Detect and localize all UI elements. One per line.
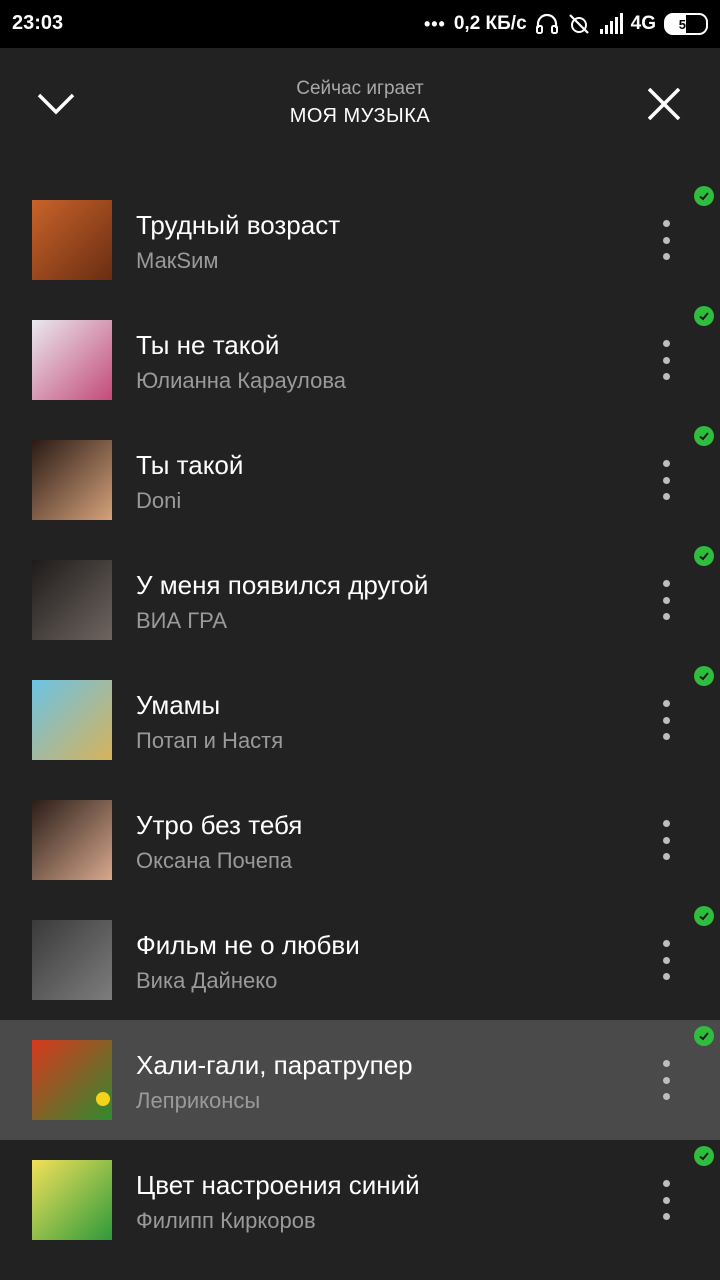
more-options-button[interactable] (652, 580, 680, 620)
dot (662, 940, 670, 947)
album-cover (32, 1160, 112, 1240)
dot (662, 596, 670, 604)
track-title: Ты такой (136, 450, 244, 480)
track-list: Трудный возраст МакSим Ты не такой Юлианна … (0, 180, 720, 1260)
album-cover (32, 800, 112, 880)
more-options-button[interactable] (652, 1180, 680, 1220)
network-speed: 0,2 КБ/с (453, 13, 527, 34)
track-title: У меня появился другой (136, 570, 429, 600)
track-artist: Вика Дайнеко (136, 968, 278, 993)
dot (662, 1076, 670, 1084)
dot (662, 733, 670, 740)
track-row[interactable]: Хали-гали, паратрупер Леприконсы (0, 1020, 720, 1140)
track-row[interactable]: Умамы Потап и Настя (0, 660, 720, 780)
dot (662, 1180, 670, 1187)
more-options-button[interactable] (652, 940, 680, 980)
dot (662, 220, 670, 227)
downloaded-check-icon (694, 546, 714, 566)
track-artist: Филипп Киркоров (136, 1208, 316, 1233)
dot (662, 716, 670, 724)
track-artist: Потап и Настя (136, 728, 284, 753)
page-title: МОЯ МУЗЫКА (289, 105, 431, 127)
now-playing-indicator (96, 1092, 110, 1106)
track-row[interactable]: Ты не такой Юлианна Караулова (0, 300, 720, 420)
close-icon (647, 87, 681, 121)
more-notifications-icon: ••• (423, 13, 446, 34)
alarm-off-icon (567, 12, 591, 36)
dot (662, 1213, 670, 1220)
status-bar: 23:03 ••• 0,2 КБ/с 4G 50 (0, 0, 720, 48)
dot (662, 1093, 670, 1100)
track-artist: Doni (136, 488, 182, 513)
downloaded-check-icon (694, 1146, 714, 1166)
more-options-button[interactable] (652, 220, 680, 260)
more-options-button[interactable] (652, 700, 680, 740)
dot (662, 700, 670, 707)
dot (662, 853, 670, 860)
headphones-icon (535, 12, 559, 36)
downloaded-check-icon (694, 426, 714, 446)
dot (662, 1196, 670, 1204)
downloaded-check-icon (694, 1026, 714, 1046)
downloaded-check-icon (694, 906, 714, 926)
dot (662, 236, 670, 244)
dot (662, 836, 670, 844)
track-row[interactable]: Утро без тебя Оксана Почепа (0, 780, 720, 900)
downloaded-check-icon (694, 666, 714, 686)
track-title: Утро без тебя (136, 810, 303, 840)
header-text: Сейчас играет МОЯ МУЗЫКА (0, 78, 720, 128)
album-cover (32, 440, 112, 520)
track-artist: Леприконсы (136, 1088, 261, 1113)
track-title: Трудный возраст (136, 210, 341, 240)
dot (662, 356, 670, 364)
track-artist: Юлианна Караулова (136, 368, 347, 393)
album-cover (32, 560, 112, 640)
header-subtitle: Сейчас играет (296, 78, 424, 99)
dot (662, 613, 670, 620)
dot (662, 580, 670, 587)
track-artist: Оксана Почепа (136, 848, 293, 873)
more-options-button[interactable] (652, 460, 680, 500)
track-title: Ты не такой (136, 330, 280, 360)
status-time: 23:03 (12, 12, 64, 34)
dot (662, 493, 670, 500)
track-artist: ВИА ГРА (136, 608, 228, 633)
dot (662, 253, 670, 260)
more-options-button[interactable] (652, 340, 680, 380)
track-title: Хали-гали, паратрупер (136, 1050, 413, 1080)
dot (662, 476, 670, 484)
now-playing-header: Сейчас играет МОЯ МУЗЫКА (0, 48, 720, 160)
track-row[interactable]: Цвет настроения синий Филипп Киркоров (0, 1140, 720, 1260)
dot (662, 373, 670, 380)
track-row[interactable]: Трудный возраст МакSим (0, 180, 720, 300)
album-cover (32, 200, 112, 280)
track-title: Умамы (136, 690, 221, 720)
track-row[interactable]: Фильм не о любви Вика Дайнеко (0, 900, 720, 1020)
track-row[interactable]: Ты такой Doni (0, 420, 720, 540)
dot (662, 956, 670, 964)
more-options-button[interactable] (652, 1060, 680, 1100)
album-cover (32, 1040, 112, 1120)
dot (662, 1060, 670, 1067)
signal-icon (599, 12, 623, 36)
more-options-button[interactable] (652, 820, 680, 860)
downloaded-check-icon (694, 306, 714, 326)
downloaded-check-icon (694, 186, 714, 206)
network-type: 4G (630, 13, 656, 34)
dot (662, 460, 670, 467)
track-title: Фильм не о любви (136, 930, 360, 960)
track-title: Цвет настроения синий (136, 1170, 420, 1200)
dot (662, 820, 670, 827)
album-cover (32, 680, 112, 760)
track-row[interactable]: У меня появился другой ВИА ГРА (0, 540, 720, 660)
dot (662, 340, 670, 347)
dot (662, 973, 670, 980)
album-cover (32, 920, 112, 1000)
close-button[interactable] (636, 76, 692, 132)
album-cover (32, 320, 112, 400)
track-artist: МакSим (136, 248, 219, 273)
battery-icon: 50 (664, 13, 708, 35)
